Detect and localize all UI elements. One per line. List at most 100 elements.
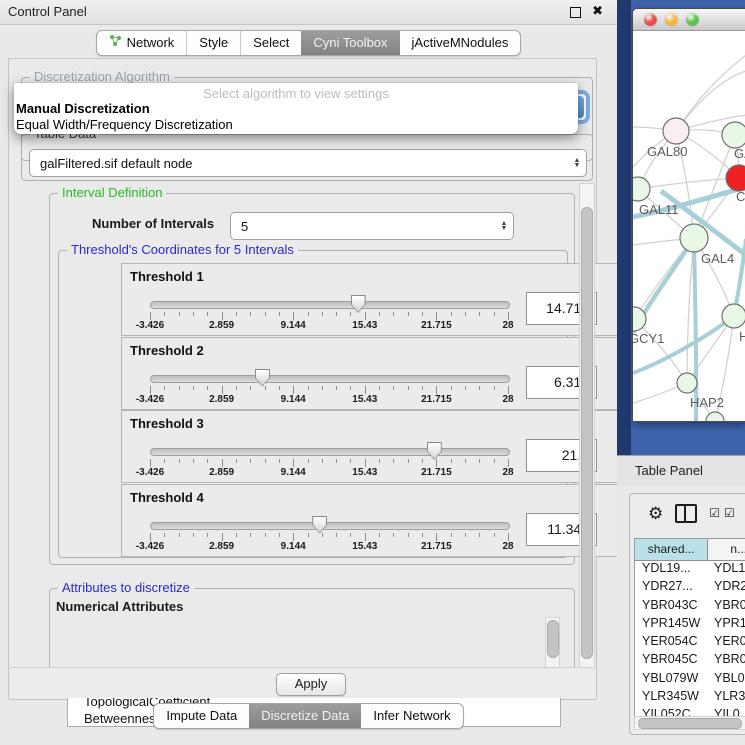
slider-thumb[interactable]	[351, 295, 366, 313]
threshold-slider[interactable]	[150, 448, 510, 456]
network-canvas[interactable]: GAL80GACGAL11GAL4GCY1HHAP2	[633, 31, 745, 421]
num-intervals-combobox[interactable]: 5 ▲▼	[230, 212, 514, 240]
tab-style[interactable]: Style	[186, 31, 240, 55]
network-node-gal4[interactable]	[680, 224, 708, 252]
node-table[interactable]: shared...n... YDL19...YDL1YDR27...YDR2YB…	[634, 538, 745, 717]
tab-cyni-toolbox[interactable]: Cyni Toolbox	[301, 31, 399, 55]
tick-mark	[508, 312, 509, 320]
table-cell[interactable]: YDR2	[709, 579, 745, 597]
tick-label: 28	[502, 394, 513, 405]
tab-select[interactable]: Select	[240, 31, 301, 55]
table-cell[interactable]: YBL0	[709, 671, 745, 689]
apply-button[interactable]: Apply	[276, 673, 346, 696]
table-cell[interactable]: YLR345W	[635, 689, 709, 707]
tick-mark	[293, 533, 294, 541]
threshold-label: Threshold 1	[130, 269, 204, 284]
tick-mark	[336, 459, 337, 463]
scrollbar-thumb[interactable]	[638, 718, 742, 729]
checkbox-icon[interactable]: ☑	[709, 506, 720, 520]
tab-jactivemnodules[interactable]: jActiveMNodules	[400, 31, 521, 55]
tab-discretize-data[interactable]: Discretize Data	[249, 704, 361, 728]
thumb-face	[313, 517, 326, 533]
tick-mark	[150, 459, 151, 467]
threshold-box: Threshold 3-3.4262.8599.14415.4321.71528…	[121, 410, 619, 483]
slider-thumb[interactable]	[255, 369, 270, 387]
table-row[interactable]: YER054CYER0	[635, 634, 745, 652]
network-icon	[109, 34, 122, 52]
network-window-titlebar[interactable]	[633, 9, 745, 31]
tick-labels: -3.4262.8599.14415.4321.71528	[150, 320, 508, 332]
table-cell[interactable]: YPR145W	[635, 616, 709, 634]
table-cell[interactable]: YER054C	[635, 634, 709, 652]
checkbox-icon[interactable]: ☑	[724, 506, 735, 520]
table-panel-title: Table Panel	[635, 463, 703, 478]
mac-close-button[interactable]	[644, 13, 657, 26]
close-icon[interactable]: ✖	[592, 3, 603, 19]
tick-mark	[222, 386, 223, 394]
table-row[interactable]: YDL19...YDL1	[635, 561, 745, 579]
mac-minimize-button[interactable]	[665, 13, 678, 26]
table-row[interactable]: YLR345WYLR3	[635, 689, 745, 707]
node-label: C	[736, 189, 745, 204]
tick-mark	[508, 459, 509, 467]
threshold-slider[interactable]	[150, 375, 510, 383]
table-cell[interactable]: YLR3	[709, 689, 745, 707]
table-cell[interactable]: YBR0	[709, 598, 745, 616]
tab-network[interactable]: Network	[97, 31, 187, 55]
scrollbar-thumb[interactable]	[581, 207, 593, 659]
gear-icon[interactable]: ⚙	[648, 505, 663, 522]
table-cell[interactable]: YBR043C	[635, 598, 709, 616]
scrollbar-thumb[interactable]	[547, 620, 559, 658]
table-cell[interactable]: YDL1	[709, 561, 745, 579]
algorithm-dropdown-popup: Select algorithm to view settings Manual…	[14, 83, 578, 134]
float-window-icon[interactable]	[570, 7, 581, 18]
threshold-slider[interactable]	[150, 301, 510, 309]
table-cell[interactable]: YBL079W	[635, 671, 709, 689]
tick-mark	[436, 312, 437, 320]
slider-thumb[interactable]	[312, 516, 327, 534]
table-row[interactable]: YPR145WYPR1	[635, 616, 745, 634]
column-header[interactable]: shared...	[635, 539, 708, 560]
algorithm-option[interactable]: Manual Discretization	[14, 101, 578, 117]
table-data-combobox[interactable]: galFiltered.sif default node ▲▼	[29, 149, 587, 177]
main-scrollbar[interactable]	[579, 183, 595, 669]
table-cell[interactable]: YBR045C	[635, 652, 709, 670]
tick-mark	[508, 533, 509, 541]
algorithm-option[interactable]: Equal Width/Frequency Discretization	[14, 117, 578, 133]
network-node-hap2[interactable]	[677, 373, 697, 393]
network-node-ga[interactable]	[722, 122, 745, 148]
table-data-value: galFiltered.sif default node	[30, 156, 568, 171]
split-pane-icon[interactable]	[675, 504, 697, 523]
table-row[interactable]: YBL079WYBL0	[635, 671, 745, 689]
slider-thumb[interactable]	[427, 442, 442, 460]
tick-mark	[279, 533, 280, 537]
table-cell[interactable]: YBR0	[709, 652, 745, 670]
network-edge[interactable]	[638, 178, 739, 189]
mac-zoom-button[interactable]	[686, 13, 699, 26]
threshold-label: Threshold 4	[130, 490, 204, 505]
group-title: Interval Definition	[58, 185, 166, 200]
tab-label: Impute Data	[166, 707, 237, 725]
tab-label: Network	[127, 34, 175, 52]
tab-infer-network[interactable]: Infer Network	[361, 704, 462, 728]
threshold-slider[interactable]	[150, 522, 510, 530]
network-thick-edge[interactable]	[694, 238, 696, 421]
combo-stepper-icon[interactable]: ▲▼	[495, 221, 513, 231]
table-horizontal-scrollbar[interactable]	[634, 716, 745, 730]
table-cell[interactable]: YPR1	[709, 616, 745, 634]
table-cell[interactable]: YER0	[709, 634, 745, 652]
network-node-gal80[interactable]	[663, 118, 689, 144]
network-node-h[interactable]	[722, 304, 745, 328]
table-cell[interactable]: YDR27...	[635, 579, 709, 597]
table-row[interactable]: YDR27...YDR2	[635, 579, 745, 597]
network-node[interactable]	[706, 412, 724, 421]
table-row[interactable]: YBR043CYBR0	[635, 598, 745, 616]
table-cell[interactable]: YDL19...	[635, 561, 709, 579]
table-row[interactable]: YBR045CYBR0	[635, 652, 745, 670]
combo-stepper-icon[interactable]: ▲▼	[568, 158, 586, 168]
tick-label: -3.426	[136, 320, 164, 331]
attributes-scrollbar[interactable]	[545, 617, 560, 669]
column-header[interactable]: n...	[708, 539, 745, 560]
tab-impute-data[interactable]: Impute Data	[154, 704, 249, 728]
table-header-row: shared...n...	[635, 539, 745, 561]
